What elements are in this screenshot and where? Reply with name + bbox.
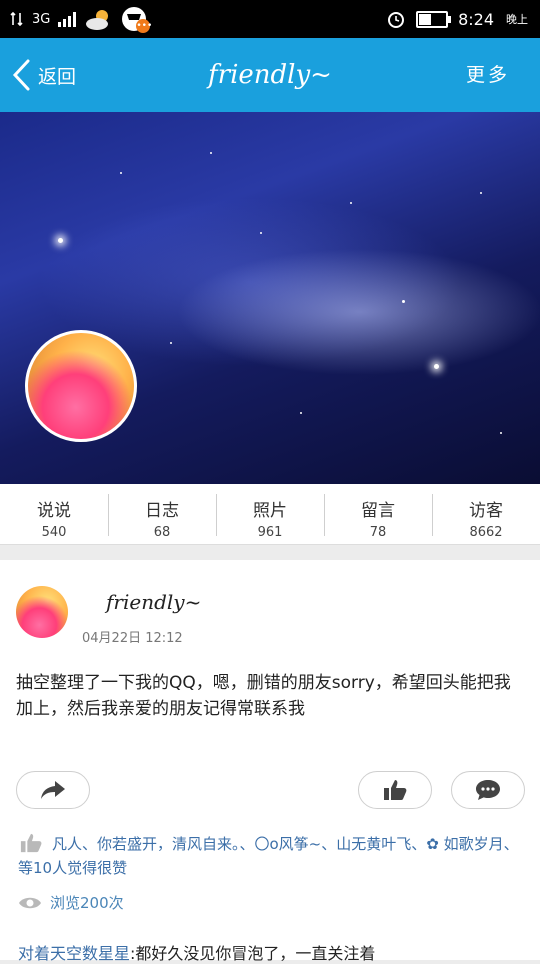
comment-bubble-icon xyxy=(476,780,500,800)
views-text: 浏览200次 xyxy=(50,894,124,912)
stat-value: 78 xyxy=(369,525,387,540)
thumbs-up-icon xyxy=(20,833,42,853)
clock-time: 8:24 xyxy=(458,9,494,29)
post-author-avatar[interactable] xyxy=(16,586,68,638)
comment-text: :都好久没见你冒泡了，一直关注着 xyxy=(130,944,376,963)
network-type: 3G xyxy=(32,11,51,27)
likes-text: 凡人、你若盛开，清风自来。、〇o风筝~、山无黄叶飞、✿ 如歌岁月、等10人觉得很… xyxy=(18,835,519,877)
comment-author[interactable]: 对着天空数星星 xyxy=(18,944,130,963)
views-count: 浏览200次 xyxy=(18,892,124,913)
battery-fill xyxy=(419,13,432,25)
comment-item[interactable]: 对着天空数星星:都好久没见你冒泡了，一直关注着 xyxy=(18,940,375,964)
eye-icon xyxy=(19,897,41,908)
stat-blog[interactable]: 日志 68 xyxy=(108,484,216,544)
stats-bar: 说说 540 日志 68 照片 961 留言 78 访客 8662 xyxy=(0,484,540,545)
stat-label: 说说 xyxy=(37,501,71,521)
app-notification-icon: ••• xyxy=(122,7,152,33)
status-left: 3G ••• xyxy=(10,0,152,38)
page-title: friendly~ xyxy=(208,60,332,90)
status-bar: 3G ••• 8:24 晚上 xyxy=(0,0,540,38)
nav-bar: 返回 friendly~ 更多 xyxy=(0,38,540,112)
stat-label: 日志 xyxy=(145,501,179,521)
stat-messages[interactable]: 留言 78 xyxy=(324,484,432,544)
comment-button[interactable] xyxy=(451,771,525,809)
share-arrow-icon xyxy=(41,781,65,799)
post-author[interactable]: friendly~ xyxy=(106,590,201,614)
post-card: friendly~ 04月22日 12:12 抽空整理了一下我的QQ，嗯，删错的… xyxy=(0,560,540,963)
stat-value: 68 xyxy=(153,525,171,540)
stat-photos[interactable]: 照片 961 xyxy=(216,484,324,544)
status-right: 8:24 晚上 xyxy=(386,0,528,38)
profile-avatar[interactable] xyxy=(25,330,137,442)
alarm-icon xyxy=(388,12,405,28)
share-button[interactable] xyxy=(16,771,90,809)
more-button[interactable]: 更多 xyxy=(466,38,510,112)
stat-shuoshuo[interactable]: 说说 540 xyxy=(0,484,108,544)
stat-label: 照片 xyxy=(253,501,287,521)
signal-icon xyxy=(58,11,77,27)
stat-label: 访客 xyxy=(469,501,503,521)
post-text: 抽空整理了一下我的QQ，嗯，删错的朋友sorry，希望回头能把我加上，然后我亲爱… xyxy=(16,673,511,719)
stat-label: 留言 xyxy=(361,501,395,521)
weather-icon xyxy=(86,10,109,30)
data-transfer-icon xyxy=(10,11,23,27)
stat-value: 961 xyxy=(257,525,283,540)
notification-badge: ••• xyxy=(136,19,153,33)
post-time: 04月22日 12:12 xyxy=(82,631,183,646)
battery-icon xyxy=(416,10,452,28)
stat-visitors[interactable]: 访客 8662 xyxy=(432,484,540,544)
clock-ampm: 晚上 xyxy=(506,13,528,26)
like-button[interactable] xyxy=(358,771,432,809)
likes-summary[interactable]: 凡人、你若盛开，清风自来。、〇o风筝~、山无黄叶飞、✿ 如歌岁月、等10人觉得很… xyxy=(18,832,528,880)
thumbs-up-icon xyxy=(384,780,407,800)
stat-value: 8662 xyxy=(469,525,503,540)
stat-value: 540 xyxy=(41,525,67,540)
